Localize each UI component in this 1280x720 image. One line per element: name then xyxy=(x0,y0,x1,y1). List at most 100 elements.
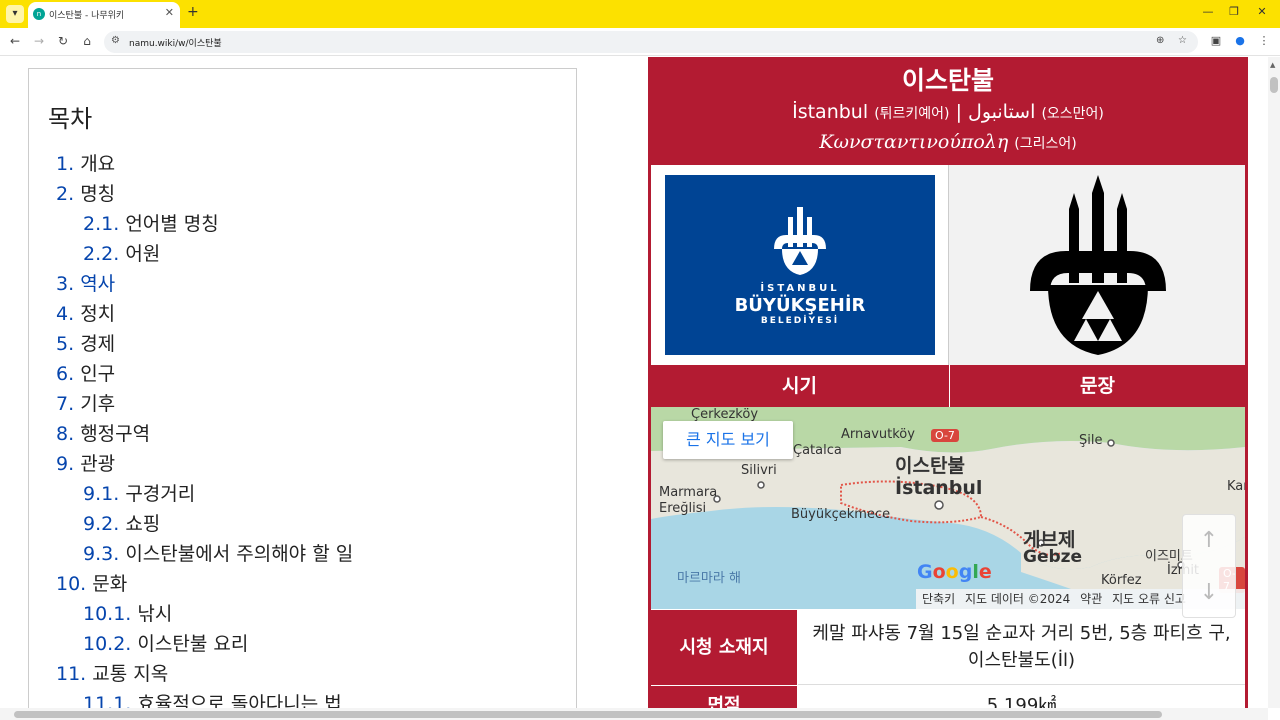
infobox-header: 이스탄불 İstanbul (튀르키예어) | استانبول (오스만어) … xyxy=(651,57,1245,165)
toc-item[interactable]: 9.1. 구경거리 xyxy=(29,479,576,509)
tab-close-icon[interactable]: ✕ xyxy=(165,6,174,19)
infobox-row-area: 면적 5,199㎢ xyxy=(651,685,1245,708)
toc-item-number[interactable]: 2.2. xyxy=(83,243,119,265)
minimize-icon[interactable]: — xyxy=(1198,5,1218,18)
zoom-icon[interactable]: ⊕ xyxy=(1156,35,1164,46)
toc-item-label[interactable]: 관광 xyxy=(80,453,115,475)
back-arrow-icon[interactable]: ← xyxy=(7,34,23,48)
toc-item-number[interactable]: 9. xyxy=(56,453,74,475)
toc-item[interactable]: 10.2. 이스탄불 요리 xyxy=(29,629,576,659)
forward-arrow-icon[interactable]: → xyxy=(31,34,47,48)
toc-item-number[interactable]: 9.1. xyxy=(83,483,119,505)
toc-item-label[interactable]: 역사 xyxy=(80,273,115,295)
window-close-icon[interactable]: ✕ xyxy=(1252,5,1272,18)
toc-item-number[interactable]: 11.1. xyxy=(83,693,131,708)
toc-item-label[interactable]: 인구 xyxy=(80,363,115,385)
toc-item[interactable]: 1. 개요 xyxy=(29,149,576,179)
toc-item-number[interactable]: 8. xyxy=(56,423,74,445)
toc-item[interactable]: 3. 역사 xyxy=(29,269,576,299)
city-emblem-cell[interactable] xyxy=(948,165,1245,365)
toc-item[interactable]: 9. 관광 xyxy=(29,449,576,479)
toc-item-number[interactable]: 1. xyxy=(56,153,74,175)
toc-item-number[interactable]: 10.2. xyxy=(83,633,131,655)
city-emblem-icon[interactable] xyxy=(1028,173,1168,359)
toc-item-number[interactable]: 4. xyxy=(56,303,74,325)
toc-item-label[interactable]: 이스탄불에서 주의해야 할 일 xyxy=(125,543,353,565)
map-label-catalca: Çatalca xyxy=(793,443,842,458)
toc-item-number[interactable]: 2.1. xyxy=(83,213,119,235)
toc-item[interactable]: 4. 정치 xyxy=(29,299,576,329)
toc-item-number[interactable]: 5. xyxy=(56,333,74,355)
toc-item-label[interactable]: 효율적으로 돌아다니는 법 xyxy=(137,693,341,708)
view-larger-map-button[interactable]: 큰 지도 보기 xyxy=(663,421,793,459)
toc-item-number[interactable]: 10. xyxy=(56,573,86,595)
toc-item-label[interactable]: 문화 xyxy=(92,573,127,595)
embedded-map[interactable]: Çerkezköy Arnavutköy Şile Çatalca Silivr… xyxy=(651,407,1245,609)
restore-icon[interactable]: ❐ xyxy=(1224,5,1244,18)
toc-item[interactable]: 5. 경제 xyxy=(29,329,576,359)
browser-menu-icon[interactable]: ⋮ xyxy=(1256,34,1272,47)
profile-avatar-icon[interactable]: ● xyxy=(1232,34,1248,47)
horizontal-scrollbar[interactable] xyxy=(0,708,1268,720)
home-icon[interactable]: ⌂ xyxy=(79,34,95,48)
table-of-contents: 목차 1. 개요 2. 명칭 2.1. 언어별 명칭 2.2. 어원 3. 역사 4. 정… xyxy=(28,68,577,708)
toc-item-label[interactable]: 교통 지옥 xyxy=(92,663,168,685)
toc-item-label[interactable]: 개요 xyxy=(80,153,115,175)
city-logo-cell[interactable]: İSTANBUL BÜYÜKŞEHİR BELEDİYESİ xyxy=(651,165,948,365)
url-text[interactable]: namu.wiki/w/이스탄불 xyxy=(129,36,222,49)
toc-item[interactable]: 2.2. 어원 xyxy=(29,239,576,269)
row-head-city-hall: 시청 소재지 xyxy=(651,610,797,685)
toc-item[interactable]: 8. 행정구역 xyxy=(29,419,576,449)
toc-item-number[interactable]: 10.1. xyxy=(83,603,131,625)
bookmark-star-icon[interactable]: ☆ xyxy=(1178,35,1187,46)
toc-item-label[interactable]: 언어별 명칭 xyxy=(125,213,218,235)
toc-item[interactable]: 2. 명칭 xyxy=(29,179,576,209)
browser-tab-active[interactable]: n 이스탄불 - 나무위키 ✕ xyxy=(28,2,180,28)
toc-item-label[interactable]: 쇼핑 xyxy=(125,513,160,535)
toc-item-number[interactable]: 6. xyxy=(56,363,74,385)
tab-search-menu-icon[interactable]: ▾ xyxy=(6,5,24,23)
toc-item-number[interactable]: 7. xyxy=(56,393,74,415)
toc-item-label[interactable]: 이스탄불 요리 xyxy=(137,633,248,655)
toc-item[interactable]: 10. 문화 xyxy=(29,569,576,599)
horizontal-scroll-thumb[interactable] xyxy=(14,711,1162,718)
infobox: 이스탄불 İstanbul (튀르키예어) | استانبول (오스만어) … xyxy=(648,57,1248,708)
address-bar[interactable]: ⚙ namu.wiki/w/이스탄불 ⊕ ☆ xyxy=(104,31,1198,53)
toc-item[interactable]: 11. 교통 지옥 xyxy=(29,659,576,689)
map-label-marmara-ereglisi: Marmara Ereğlisi xyxy=(659,485,718,516)
scroll-to-bottom-arrow-icon[interactable]: ↓ xyxy=(1183,567,1235,619)
scroll-to-top-arrow-icon[interactable]: ↑ xyxy=(1183,515,1235,567)
toc-item-label[interactable]: 어원 xyxy=(125,243,160,265)
map-label-istanbul: İstanbul xyxy=(895,477,983,499)
scroll-up-arrow-icon[interactable]: ▲ xyxy=(1270,61,1275,69)
side-panel-icon[interactable]: ▣ xyxy=(1208,34,1224,47)
toc-item-label[interactable]: 행정구역 xyxy=(80,423,150,445)
toc-item[interactable]: 10.1. 낚시 xyxy=(29,599,576,629)
toc-item-label[interactable]: 기후 xyxy=(80,393,115,415)
map-shortcuts-link[interactable]: 단축키 xyxy=(922,592,955,606)
toc-item[interactable]: 9.2. 쇼핑 xyxy=(29,509,576,539)
site-info-icon[interactable]: ⚙ xyxy=(111,35,120,46)
reload-icon[interactable]: ↻ xyxy=(55,34,71,48)
toc-item-label[interactable]: 명칭 xyxy=(80,183,115,205)
toc-item-number[interactable]: 9.3. xyxy=(83,543,119,565)
toc-item[interactable]: 2.1. 언어별 명칭 xyxy=(29,209,576,239)
toc-item-number[interactable]: 2. xyxy=(56,183,74,205)
toc-item-number[interactable]: 9.2. xyxy=(83,513,119,535)
vertical-scrollbar[interactable]: ▲ xyxy=(1268,57,1280,708)
map-terms-link[interactable]: 약관 xyxy=(1080,592,1102,606)
vertical-scroll-thumb[interactable] xyxy=(1270,77,1278,93)
toc-item-number[interactable]: 11. xyxy=(56,663,86,685)
toc-item-number[interactable]: 3. xyxy=(56,273,74,295)
toc-item[interactable]: 9.3. 이스탄불에서 주의해야 할 일 xyxy=(29,539,576,569)
toc-item[interactable]: 6. 인구 xyxy=(29,359,576,389)
toc-item-label[interactable]: 정치 xyxy=(80,303,115,325)
ibb-logo[interactable]: İSTANBUL BÜYÜKŞEHİR BELEDİYESİ xyxy=(665,175,935,355)
toc-item-label[interactable]: 경제 xyxy=(80,333,115,355)
toc-item-label[interactable]: 낚시 xyxy=(137,603,172,625)
toc-item[interactable]: 7. 기후 xyxy=(29,389,576,419)
toc-item[interactable]: 11.1. 효율적으로 돌아다니는 법 xyxy=(29,689,576,708)
new-tab-plus-icon[interactable]: + xyxy=(187,4,199,20)
map-report-error-link[interactable]: 지도 오류 신고 xyxy=(1112,592,1186,606)
toc-item-label[interactable]: 구경거리 xyxy=(125,483,195,505)
